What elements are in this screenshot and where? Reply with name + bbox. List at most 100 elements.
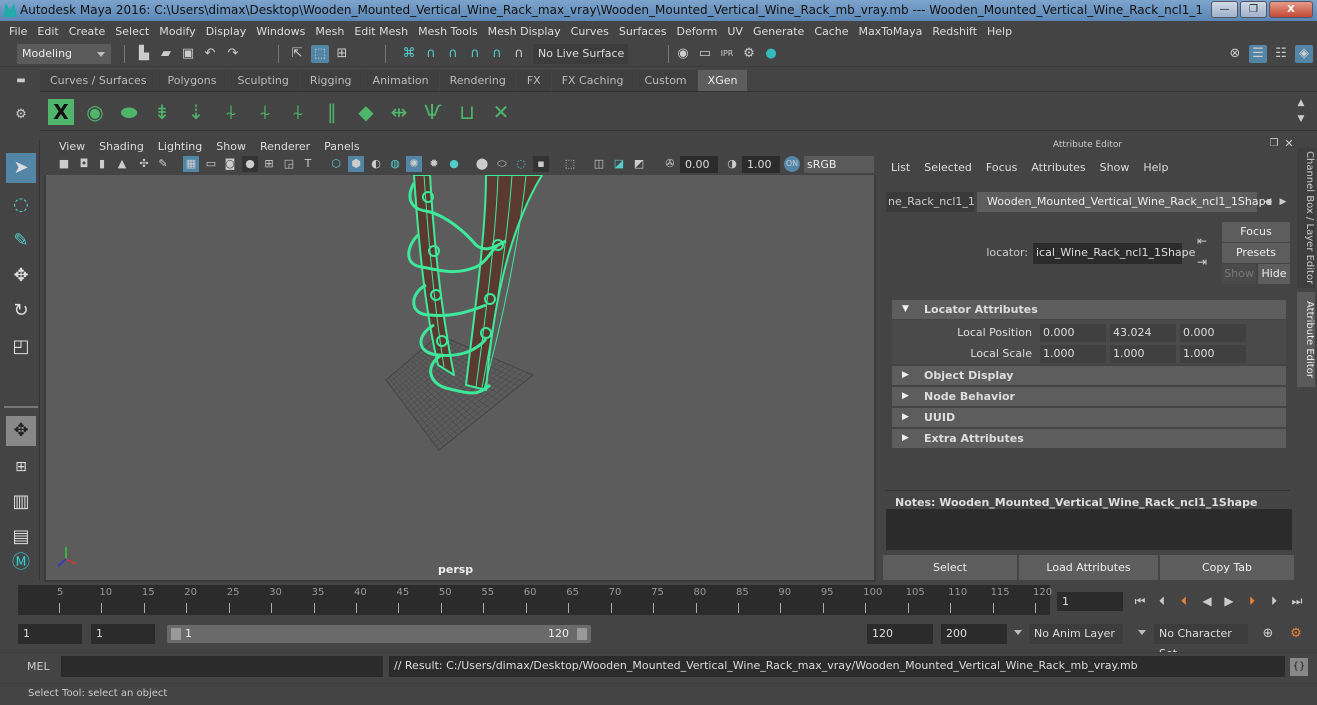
minimize-button[interactable]: — xyxy=(1211,1,1238,18)
gate-mask-icon[interactable]: ● xyxy=(242,156,258,172)
select-tool-icon[interactable]: ➤ xyxy=(6,153,36,183)
presets-button[interactable]: Presets xyxy=(1222,243,1290,263)
select-by-hierarchy-icon[interactable]: ⇱ xyxy=(288,45,306,63)
play-forwards-icon[interactable]: ▶ xyxy=(1220,592,1238,610)
shelf-tab-rendering[interactable]: Rendering xyxy=(439,70,516,91)
menu-edit[interactable]: Edit xyxy=(32,25,63,38)
anim-layer-dropdown[interactable]: No Anim Layer xyxy=(1029,624,1123,644)
section-object-display[interactable]: ▶ Object Display xyxy=(892,366,1286,385)
range-slider-start-handle[interactable] xyxy=(171,628,181,640)
hide-button[interactable]: Hide xyxy=(1258,264,1290,284)
2d-pan-zoom-icon[interactable]: ✣ xyxy=(136,156,152,172)
safe-title-icon[interactable]: T xyxy=(300,156,316,172)
animation-start-field[interactable]: 1 xyxy=(18,624,82,644)
isolate-select-icon[interactable]: ⬚ xyxy=(562,156,578,172)
anim-layer-chevron-icon[interactable] xyxy=(1014,630,1022,635)
menu-generate[interactable]: Generate xyxy=(748,25,809,38)
smooth-shade-icon[interactable]: ⬢ xyxy=(348,156,364,172)
section-node-behavior[interactable]: ▶ Node Behavior xyxy=(892,387,1286,406)
auto-key-icon[interactable]: ⊕ xyxy=(1259,625,1277,643)
viewport-menu-view[interactable]: View xyxy=(52,140,92,153)
motion-blur-icon[interactable]: ⬭ xyxy=(494,156,510,172)
section-locator-attributes[interactable]: ▼ Locator Attributes xyxy=(892,300,1286,319)
move-tool-icon[interactable]: ✥ xyxy=(6,261,36,291)
add-guide-icon[interactable]: ⍭ xyxy=(218,99,244,125)
color-space-dropdown[interactable]: sRGB gamma xyxy=(804,156,874,188)
menu-windows[interactable]: Windows xyxy=(251,25,310,38)
focus-button[interactable]: Focus xyxy=(1222,222,1290,242)
menu-edit-mesh[interactable]: Edit Mesh xyxy=(349,25,413,38)
xgen-window-icon[interactable]: X xyxy=(48,99,74,125)
viewport-menu-panels[interactable]: Panels xyxy=(317,140,366,153)
xgen-clear-preview-icon[interactable]: ⬬ xyxy=(116,99,142,125)
menu-mesh[interactable]: Mesh xyxy=(310,25,349,38)
notes-textarea[interactable] xyxy=(886,509,1292,550)
menu-create[interactable]: Create xyxy=(64,25,111,38)
shelf-tab-polygons[interactable]: Polygons xyxy=(157,70,227,91)
channel-box-side-tab[interactable]: Channel Box / Layer Editor xyxy=(1297,148,1315,288)
delete-guides-icon[interactable]: ✕ xyxy=(488,99,514,125)
lasso-tool-icon[interactable]: ◌ xyxy=(6,190,36,220)
step-back-key-icon[interactable]: ⏴ xyxy=(1175,592,1193,610)
redo-icon[interactable]: ↷ xyxy=(224,45,242,63)
shelf-tab-xgen[interactable]: XGen xyxy=(697,70,748,91)
go-to-start-icon[interactable]: ⏮ xyxy=(1131,592,1149,610)
new-scene-icon[interactable]: ▙ xyxy=(135,45,153,63)
image-plane-icon[interactable]: ▲ xyxy=(114,156,130,172)
copy-tab-button[interactable]: Copy Tab xyxy=(1160,555,1294,580)
3d-viewport[interactable] xyxy=(46,175,874,580)
open-scene-icon[interactable]: ▰ xyxy=(157,45,175,63)
wireframe-icon[interactable]: ⬡ xyxy=(328,156,344,172)
screen-space-ao-icon[interactable]: ⬤ xyxy=(474,156,490,172)
menu-uv[interactable]: UV xyxy=(722,25,748,38)
shelf-tab-fx[interactable]: FX xyxy=(516,70,551,91)
animation-preferences-icon[interactable]: ⚙ xyxy=(1287,625,1305,643)
xgen-preview-icon[interactable]: ◉ xyxy=(82,99,108,125)
copy-guides-icon[interactable]: ⊔ xyxy=(454,99,480,125)
playback-start-field[interactable]: 1 xyxy=(91,624,155,644)
guide-flip-icon[interactable]: ⇹ xyxy=(386,99,412,125)
gamma-icon[interactable]: ◑ xyxy=(724,156,740,172)
tool-settings-toggle-icon[interactable]: ☷ xyxy=(1272,45,1290,63)
time-slider[interactable]: 5 10 15 20 25 30 35 40 45 50 55 60 65 70 75 80 85 90 95 100… xyxy=(22,585,1052,615)
multisample-aa-icon[interactable]: ◌ xyxy=(513,156,529,172)
bookmark-icon[interactable]: ▮ xyxy=(94,156,110,172)
film-gate-icon[interactable]: ▭ xyxy=(203,156,219,172)
viewport-menu-lighting[interactable]: Lighting xyxy=(151,140,209,153)
menu-select[interactable]: Select xyxy=(110,25,154,38)
depth-of-field-icon[interactable]: ▪ xyxy=(533,156,549,172)
step-forward-key-icon[interactable]: ⏵ xyxy=(1243,592,1261,610)
section-uuid[interactable]: ▶ UUID xyxy=(892,408,1286,427)
create-patch-icon[interactable]: ◆ xyxy=(353,99,379,125)
single-view-layout-icon[interactable]: ✥ xyxy=(6,416,36,446)
menu-modify[interactable]: Modify xyxy=(154,25,200,38)
shelf-tab-fx-caching[interactable]: FX Caching xyxy=(551,70,634,91)
local-position-y[interactable]: 43.024 xyxy=(1110,324,1176,342)
ipr-render-icon[interactable]: IPR xyxy=(718,45,736,63)
save-scene-icon[interactable]: ▣ xyxy=(179,45,197,63)
grid-icon[interactable]: ▦ xyxy=(183,156,199,172)
menu-redshift[interactable]: Redshift xyxy=(927,25,982,38)
rotate-tool-icon[interactable]: ↻ xyxy=(6,296,36,326)
playback-end-field[interactable]: 120 xyxy=(867,624,933,644)
select-button[interactable]: Select xyxy=(883,555,1017,580)
grease-pencil-icon[interactable]: ✎ xyxy=(155,156,171,172)
lock-guides-icon[interactable]: ⍭ xyxy=(285,99,311,125)
shelf-gear-icon[interactable]: ⚙ xyxy=(12,106,30,124)
select-by-component-icon[interactable]: ⊞ xyxy=(333,45,351,63)
close-panel-icon[interactable]: ✕ xyxy=(1282,137,1296,151)
exposure-icon[interactable]: ✇ xyxy=(662,156,678,172)
hypershade-icon[interactable]: ● xyxy=(762,45,780,63)
menu-set-dropdown[interactable]: Modeling xyxy=(17,44,111,64)
ae-tab-transform[interactable]: ne_Rack_ncl1_1 xyxy=(886,192,975,212)
menu-help[interactable]: Help xyxy=(982,25,1017,38)
scale-tool-icon[interactable]: ◰ xyxy=(6,332,36,362)
range-slider[interactable]: 1 120 xyxy=(167,625,591,643)
sculpt-guides-icon[interactable]: ⇣ xyxy=(183,99,209,125)
shelf-tab-curves-surfaces[interactable]: Curves / Surfaces xyxy=(40,70,157,91)
range-slider-end-handle[interactable] xyxy=(577,628,587,640)
render-settings-icon[interactable]: ⚙ xyxy=(740,45,758,63)
snap-view-icon[interactable]: ∩ xyxy=(488,45,506,63)
current-frame-field[interactable]: 1 xyxy=(1057,592,1123,611)
snap-point-icon[interactable]: ∩ xyxy=(444,45,462,63)
